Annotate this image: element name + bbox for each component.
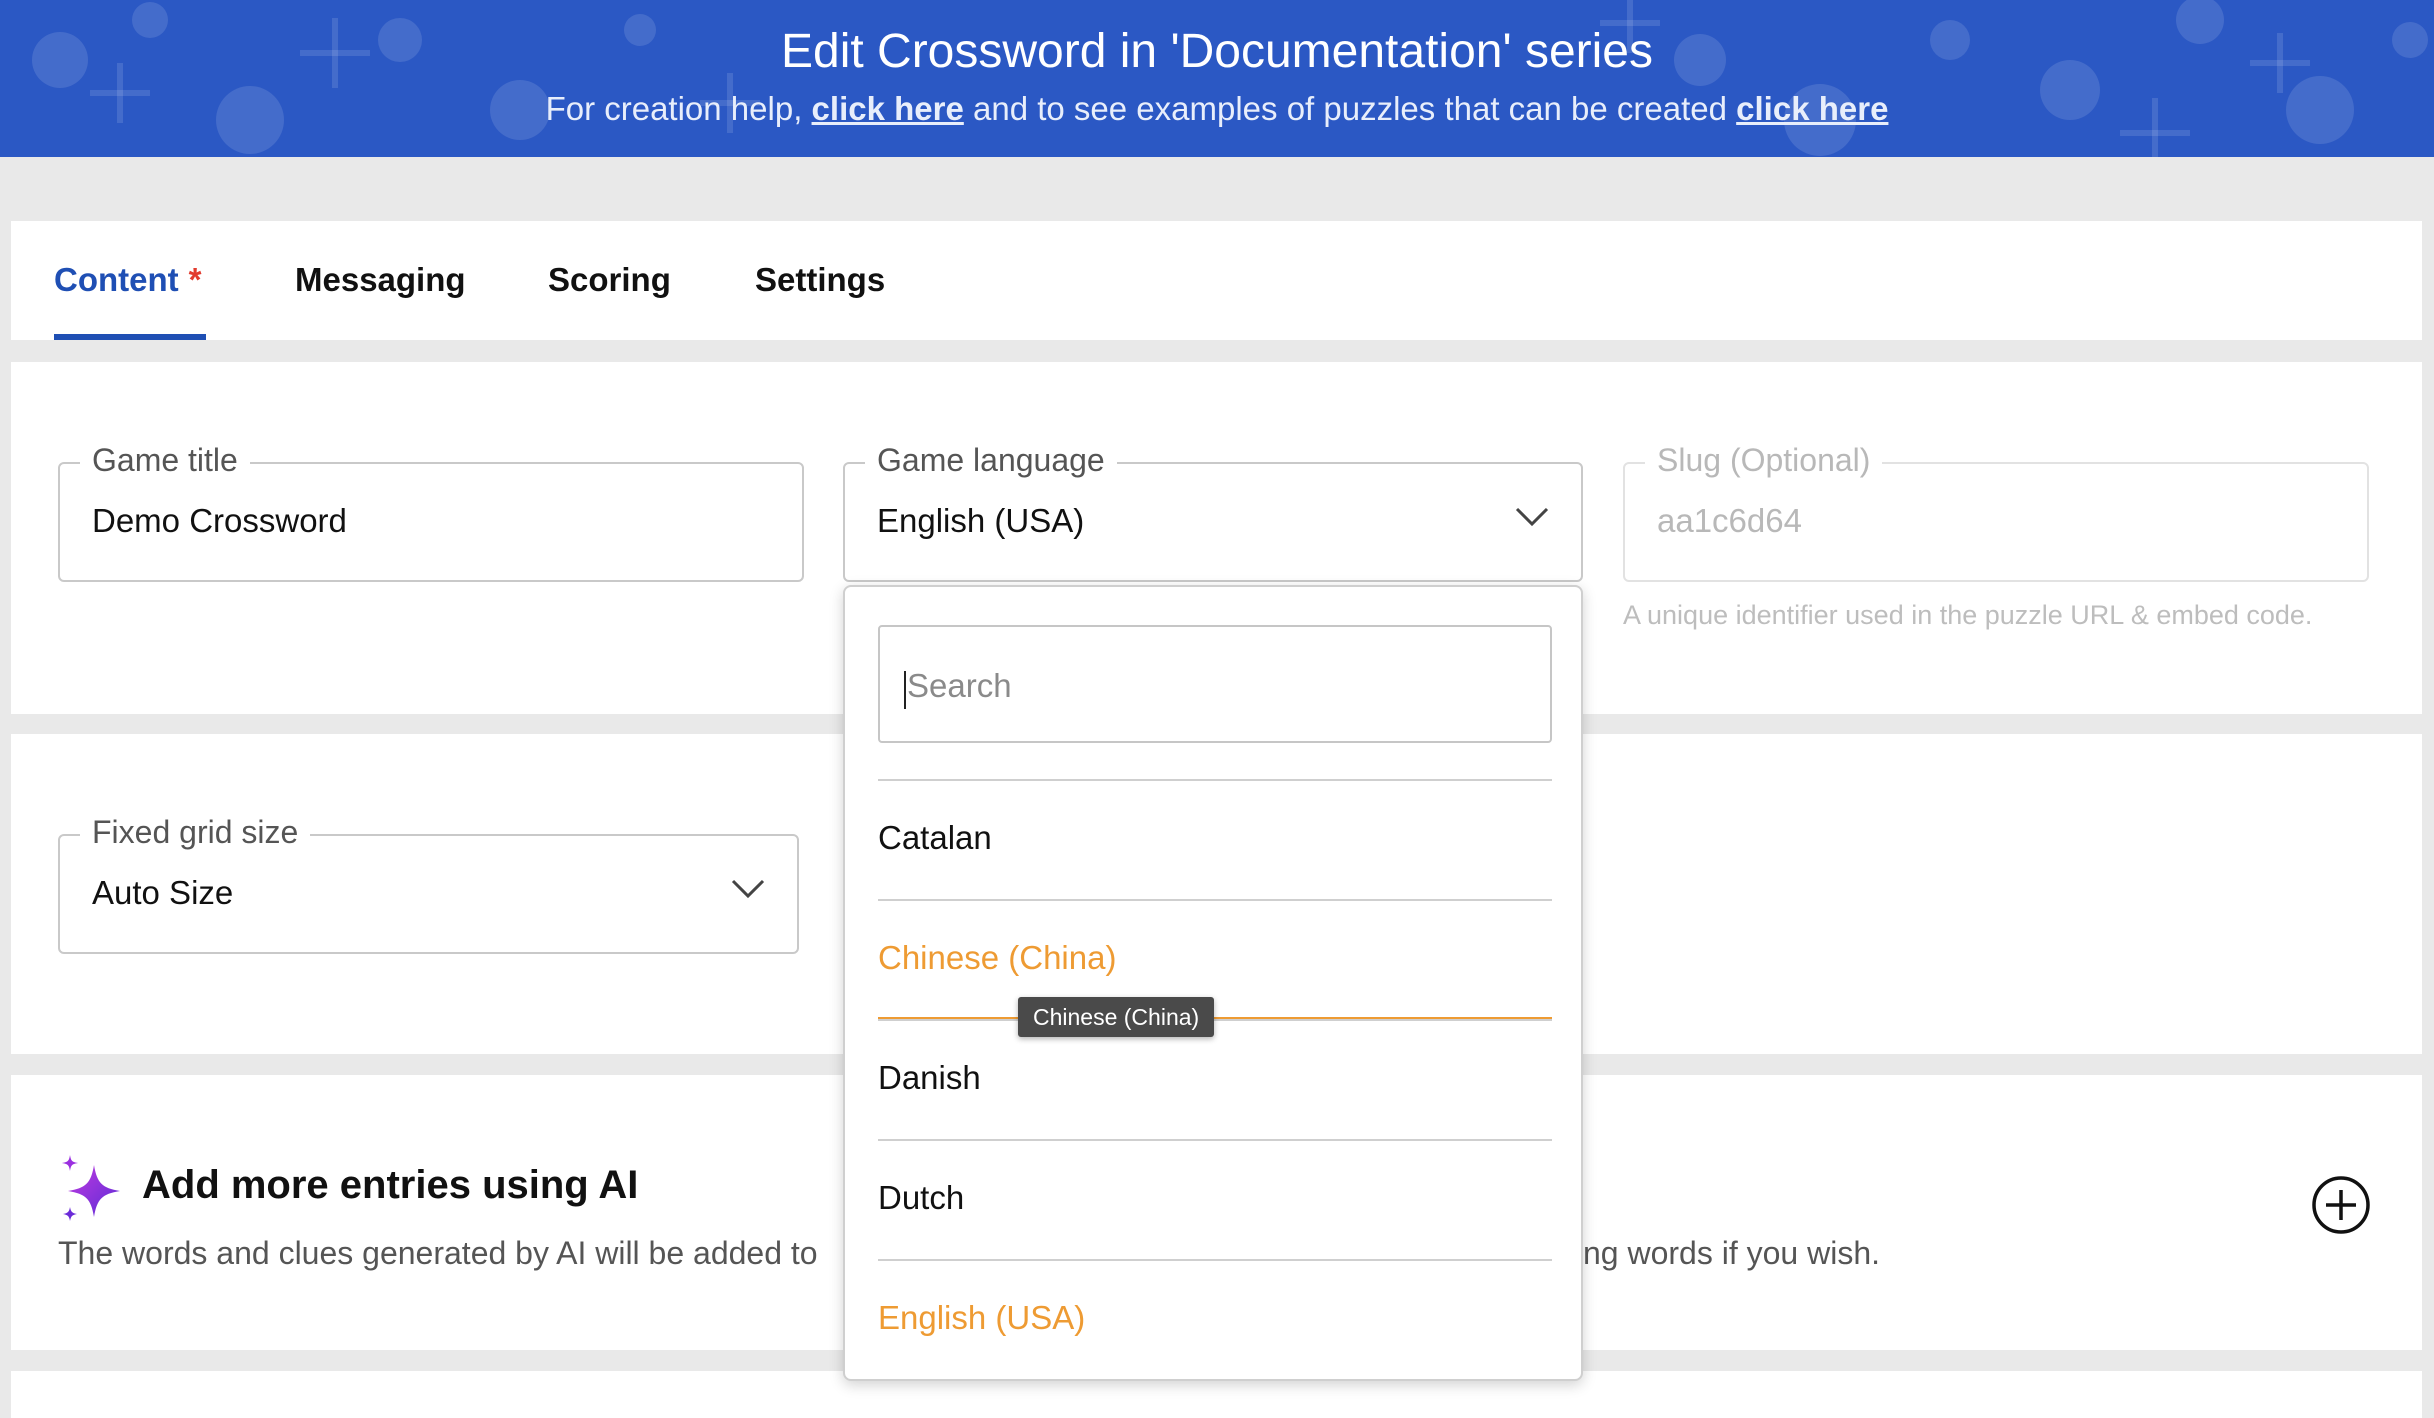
language-option-catalan[interactable]: Catalan [878, 779, 1552, 899]
search-placeholder: Search [907, 667, 1012, 704]
tab-settings[interactable]: Settings [755, 261, 885, 299]
chevron-down-icon[interactable] [731, 878, 765, 900]
tab-content[interactable]: Content * [54, 261, 201, 299]
add-circle-icon[interactable] [2311, 1175, 2371, 1235]
grid-size-value: Auto Size [92, 874, 234, 911]
tab-bar: Content * Messaging Scoring Settings [11, 221, 2422, 340]
ai-description: The words and clues generated by AI will… [58, 1235, 818, 1271]
help-prefix: For creation help, [545, 90, 803, 127]
required-marker: * [188, 261, 202, 298]
option-label: Chinese (China) [878, 939, 1117, 976]
sparkle-icon [62, 1155, 120, 1221]
page-title: Edit Crossword in 'Documentation' series [780, 25, 1653, 78]
ai-section-title: Add more entries using AI [142, 1163, 639, 1207]
creation-help-link[interactable]: click here [812, 90, 964, 127]
slug-field[interactable]: Slug (Optional) aa1c6d64 [1623, 442, 2369, 582]
tab-content-label: Content [54, 261, 179, 298]
examples-link[interactable]: click here [1736, 90, 1888, 127]
game-title-value[interactable]: Demo Crossword [92, 502, 347, 540]
option-label: Catalan [878, 819, 992, 856]
option-label: Dutch [878, 1179, 965, 1216]
tab-messaging[interactable]: Messaging [295, 261, 466, 299]
text-caret [904, 671, 906, 709]
ai-description-continued: ng words if you wish. [1583, 1235, 1881, 1271]
page-header: Edit Crossword in 'Documentation' series… [0, 0, 2434, 157]
chevron-down-icon[interactable] [1515, 506, 1549, 528]
help-middle: and to see examples of puzzles that can … [973, 90, 1727, 127]
option-tooltip: Chinese (China) [1018, 997, 1215, 1037]
grid-size-select[interactable]: Fixed grid size Auto Size [58, 814, 799, 954]
game-language-value: English (USA) [877, 502, 1085, 539]
option-label: Danish [878, 1059, 981, 1096]
slug-value[interactable]: aa1c6d64 [1657, 502, 1802, 540]
language-dropdown-menu: Search Catalan Chinese (China) Danish Du… [843, 585, 1583, 1381]
language-option-danish[interactable]: Danish [878, 1019, 1552, 1139]
grid-size-label: Fixed grid size [80, 814, 311, 851]
game-language-select[interactable]: Game language English (USA) [843, 442, 1583, 582]
language-option-chinese-china[interactable]: Chinese (China) [878, 899, 1552, 1019]
header-help-text: For creation help, click here and to see… [0, 90, 2434, 128]
tab-scoring[interactable]: Scoring [548, 261, 671, 299]
game-title-label: Game title [80, 442, 250, 479]
language-search-input[interactable]: Search [878, 625, 1552, 743]
game-language-label: Game language [865, 442, 1117, 479]
language-option-english-usa[interactable]: English (USA) [878, 1259, 1552, 1379]
option-label: English (USA) [878, 1299, 1086, 1336]
active-tab-indicator [54, 334, 206, 340]
slug-label: Slug (Optional) [1645, 442, 1883, 479]
game-title-field[interactable]: Game title Demo Crossword [58, 442, 804, 582]
language-option-dutch[interactable]: Dutch [878, 1139, 1552, 1259]
slug-help-text: A unique identifier used in the puzzle U… [1623, 600, 2313, 630]
